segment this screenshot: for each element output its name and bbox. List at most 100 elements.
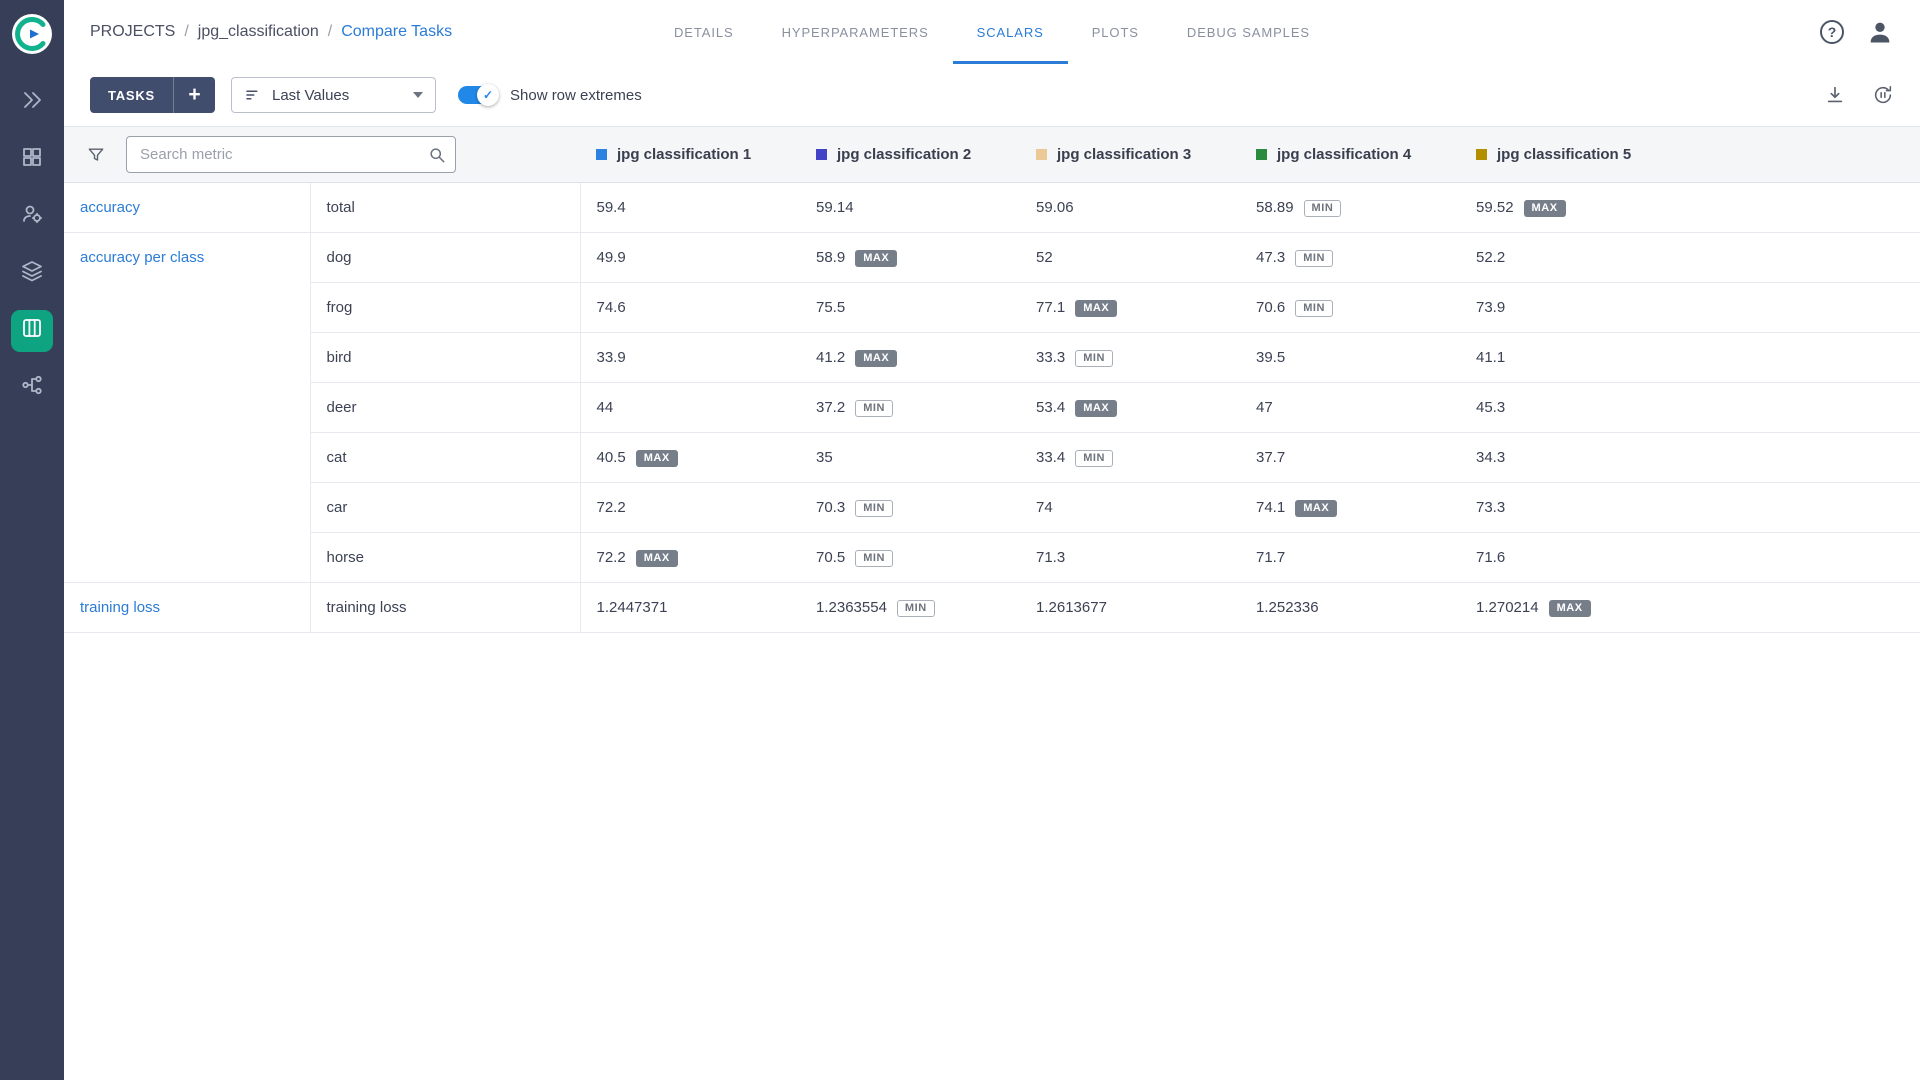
max-badge: MAX (1075, 300, 1117, 317)
sidebar-item-agents[interactable] (0, 188, 64, 245)
table-row: cat40.5MAX3533.4MIN37.734.3 (64, 433, 1920, 483)
variant-name: training loss (310, 583, 580, 633)
min-badge: MIN (1075, 450, 1113, 467)
metric-value: 41.2 (816, 349, 845, 366)
metric-value-cell: 34.3 (1460, 433, 1920, 483)
metric-value: 37.7 (1256, 449, 1285, 466)
metric-value: 71.3 (1036, 549, 1065, 566)
metric-value: 59.06 (1036, 199, 1074, 216)
task-column-label: jpg classification 3 (1057, 146, 1191, 163)
metric-value: 74 (1036, 499, 1053, 516)
metric-value: 49.9 (597, 249, 626, 266)
metric-name-link[interactable]: accuracy (80, 199, 140, 216)
metric-value: 77.1 (1036, 299, 1065, 316)
tasks-button[interactable]: TASKS (90, 77, 173, 113)
min-badge: MIN (897, 600, 935, 617)
metric-value-cell: 47 (1240, 383, 1460, 433)
metric-value: 33.4 (1036, 449, 1065, 466)
min-badge: MIN (1295, 300, 1333, 317)
filter-icon[interactable] (86, 145, 106, 165)
task-column-header[interactable]: jpg classification 3 (1020, 127, 1240, 183)
metric-value: 53.4 (1036, 399, 1065, 416)
scalars-table-area: jpg classification 1 jpg classification … (64, 126, 1920, 1080)
values-mode-dropdown[interactable]: Last Values (231, 77, 436, 113)
metric-value: 44 (597, 399, 614, 416)
metric-value: 75.5 (816, 299, 845, 316)
sidebar-item-pipelines[interactable] (0, 359, 64, 416)
max-badge: MAX (855, 350, 897, 367)
breadcrumb-project-name[interactable]: jpg_classification (198, 23, 319, 41)
tab-details[interactable]: DETAILS (650, 0, 758, 64)
sort-icon (244, 86, 262, 104)
metric-value-cell: 1.2363554MIN (800, 583, 1020, 633)
help-icon[interactable]: ? (1820, 20, 1844, 44)
metric-name-link[interactable]: training loss (80, 599, 160, 616)
max-badge: MAX (636, 450, 678, 467)
pipeline-icon (20, 373, 44, 402)
breadcrumb-compare-tasks[interactable]: Compare Tasks (341, 23, 452, 41)
metric-value-cell: 1.2613677 (1020, 583, 1240, 633)
metric-value-cell: 1.270214MAX (1460, 583, 1920, 633)
user-avatar-icon[interactable] (1866, 18, 1894, 46)
tab-hyperparameters[interactable]: HYPERPARAMETERS (758, 0, 953, 64)
table-header-row: jpg classification 1 jpg classification … (64, 127, 1920, 183)
table-row: training loss training loss 1.2447371 1.236… (64, 583, 1920, 633)
chevron-down-icon (413, 92, 423, 98)
metric-group-cell: accuracy (64, 183, 310, 233)
task-column-header[interactable]: jpg classification 5 (1460, 127, 1920, 183)
table-row: frog74.675.577.1MAX70.6MIN73.9 (64, 283, 1920, 333)
metric-value-cell: 71.3 (1020, 533, 1240, 583)
tab-plots[interactable]: PLOTS (1068, 0, 1163, 64)
sidebar-item-quickstart[interactable] (0, 74, 64, 131)
variant-name: car (310, 483, 580, 533)
download-icon[interactable] (1824, 84, 1846, 106)
task-column-header[interactable]: jpg classification 2 (800, 127, 1020, 183)
tab-scalars[interactable]: SCALARS (953, 0, 1068, 64)
search-metric-input[interactable] (126, 136, 456, 173)
double-chevron-icon (20, 88, 44, 117)
clearml-logo[interactable] (10, 12, 54, 56)
main-panel: PROJECTS / jpg_classification / Compare … (64, 0, 1920, 1080)
sidebar-item-experiments[interactable] (0, 302, 64, 359)
metric-value: 71.6 (1476, 549, 1505, 566)
agent-icon (20, 202, 44, 231)
metric-name-link[interactable]: accuracy per class (80, 249, 204, 266)
metric-value: 47.3 (1256, 249, 1285, 266)
sidebar-item-projects[interactable] (0, 245, 64, 302)
metric-value-cell: 74.1MAX (1240, 483, 1460, 533)
tab-debug-samples[interactable]: DEBUG SAMPLES (1163, 0, 1334, 64)
max-badge: MAX (855, 250, 897, 267)
table-row: deer4437.2MIN53.4MAX4745.3 (64, 383, 1920, 433)
table-row: accuracytotal59.459.1459.0658.89MIN59.52… (64, 183, 1920, 233)
metric-value-cell: 70.3MIN (800, 483, 1020, 533)
task-column-header[interactable]: jpg classification 4 (1240, 127, 1460, 183)
metric-value-cell: 39.5 (1240, 333, 1460, 383)
app-root: PROJECTS / jpg_classification / Compare … (0, 0, 1920, 1080)
variant-name: dog (310, 233, 580, 283)
table-row: horse72.2MAX70.5MIN71.371.771.6 (64, 533, 1920, 583)
task-column-header[interactable]: jpg classification 1 (580, 127, 800, 183)
table-row: bird33.941.2MAX33.3MIN39.541.1 (64, 333, 1920, 383)
topbar: PROJECTS / jpg_classification / Compare … (64, 0, 1920, 64)
toggle-label: Show row extremes (510, 87, 642, 104)
metric-value: 37.2 (816, 399, 845, 416)
metric-value: 74.1 (1256, 499, 1285, 516)
metric-value-cell: 75.5 (800, 283, 1020, 333)
sidebar-item-datasets[interactable] (0, 131, 64, 188)
show-row-extremes-toggle[interactable]: ✓ (458, 86, 498, 104)
variant-name: cat (310, 433, 580, 483)
auto-refresh-icon[interactable] (1872, 84, 1894, 106)
metric-value-cell: 71.6 (1460, 533, 1920, 583)
add-task-button[interactable]: + (173, 77, 215, 113)
metric-value-cell: 52.2 (1460, 233, 1920, 283)
metric-value-cell: 53.4MAX (1020, 383, 1240, 433)
max-badge: MAX (636, 550, 678, 567)
search-icon[interactable] (427, 145, 447, 165)
search-box (126, 136, 456, 173)
breadcrumb-projects[interactable]: PROJECTS (90, 23, 175, 41)
metric-value: 45.3 (1476, 399, 1505, 416)
metric-value: 1.2447371 (597, 599, 668, 616)
min-badge: MIN (855, 550, 893, 567)
metric-value: 73.9 (1476, 299, 1505, 316)
left-nav-rail (0, 0, 64, 1080)
